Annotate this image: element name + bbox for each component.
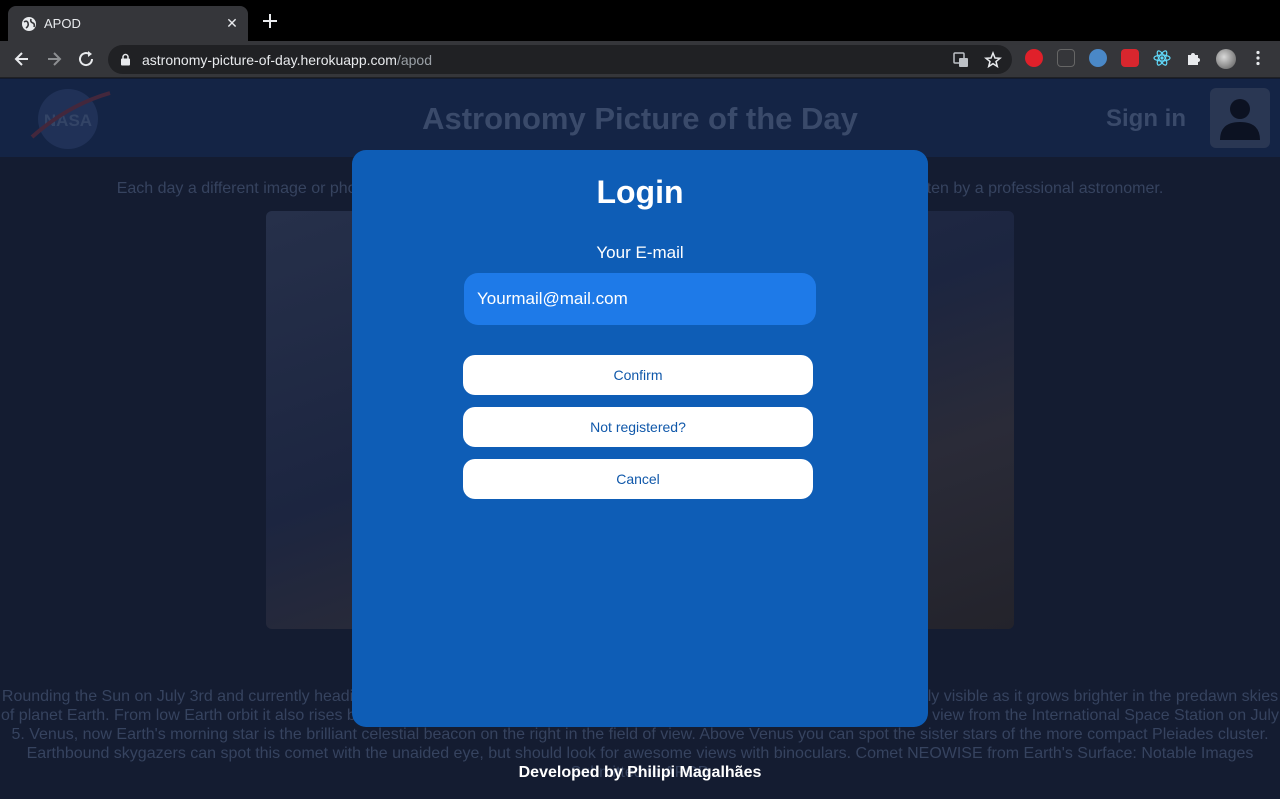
forward-arrow-icon[interactable] <box>44 49 64 69</box>
confirm-button[interactable]: Confirm <box>463 355 813 395</box>
browser-toolbar: astronomy-picture-of-day.herokuapp.com/a… <box>0 41 1280 78</box>
login-modal: Login Your E-mail Confirm Not registered… <box>352 150 928 727</box>
page: NASA Astronomy Picture of the Day Sign i… <box>0 79 1280 799</box>
close-tab-icon[interactable]: ✕ <box>224 14 240 32</box>
adblock-extension-icon[interactable] <box>1025 49 1043 67</box>
email-label: Your E-mail <box>596 243 684 262</box>
globe-icon <box>22 17 36 31</box>
browser-tab-strip: APOD ✕ <box>0 0 1280 41</box>
email-input[interactable] <box>464 273 816 325</box>
user-icon <box>1220 99 1260 140</box>
address-bar[interactable]: astronomy-picture-of-day.herokuapp.com/a… <box>108 45 1012 74</box>
lock-icon <box>121 53 130 66</box>
login-title: Login <box>596 174 684 210</box>
json-extension-icon[interactable] <box>1057 49 1075 67</box>
account-button[interactable] <box>1210 88 1270 148</box>
site-title: Astronomy Picture of the Day <box>422 101 858 136</box>
back-arrow-icon[interactable] <box>12 49 32 69</box>
new-tab-plus-icon[interactable] <box>260 11 280 31</box>
reload-icon[interactable] <box>76 49 96 69</box>
puzzle-extensions-icon[interactable] <box>1185 49 1203 67</box>
url-text: astronomy-picture-of-day.herokuapp.com/a… <box>142 52 432 68</box>
colorful-extension-icon[interactable] <box>1089 49 1107 67</box>
tab-title: APOD <box>44 16 81 31</box>
cancel-button[interactable]: Cancel <box>463 459 813 499</box>
footer-credit: Developed by Philipi Magalhães <box>518 764 762 781</box>
translate-icon[interactable] <box>952 51 970 69</box>
profile-avatar-icon[interactable] <box>1216 49 1236 69</box>
site-header: NASA Astronomy Picture of the Day Sign i… <box>0 79 1280 157</box>
url-path: /apod <box>396 52 433 68</box>
url-host: astronomy-picture-of-day.herokuapp.com <box>142 52 397 68</box>
bookmark-star-icon[interactable] <box>984 51 1002 69</box>
browser-tab[interactable]: APOD ✕ <box>8 6 248 41</box>
not-registered-button[interactable]: Not registered? <box>463 407 813 447</box>
react-extension-icon[interactable] <box>1153 49 1171 67</box>
sign-in-link[interactable]: Sign in <box>1106 105 1186 133</box>
kebab-menu-icon[interactable] <box>1249 49 1267 67</box>
shield-extension-icon[interactable] <box>1121 49 1139 67</box>
